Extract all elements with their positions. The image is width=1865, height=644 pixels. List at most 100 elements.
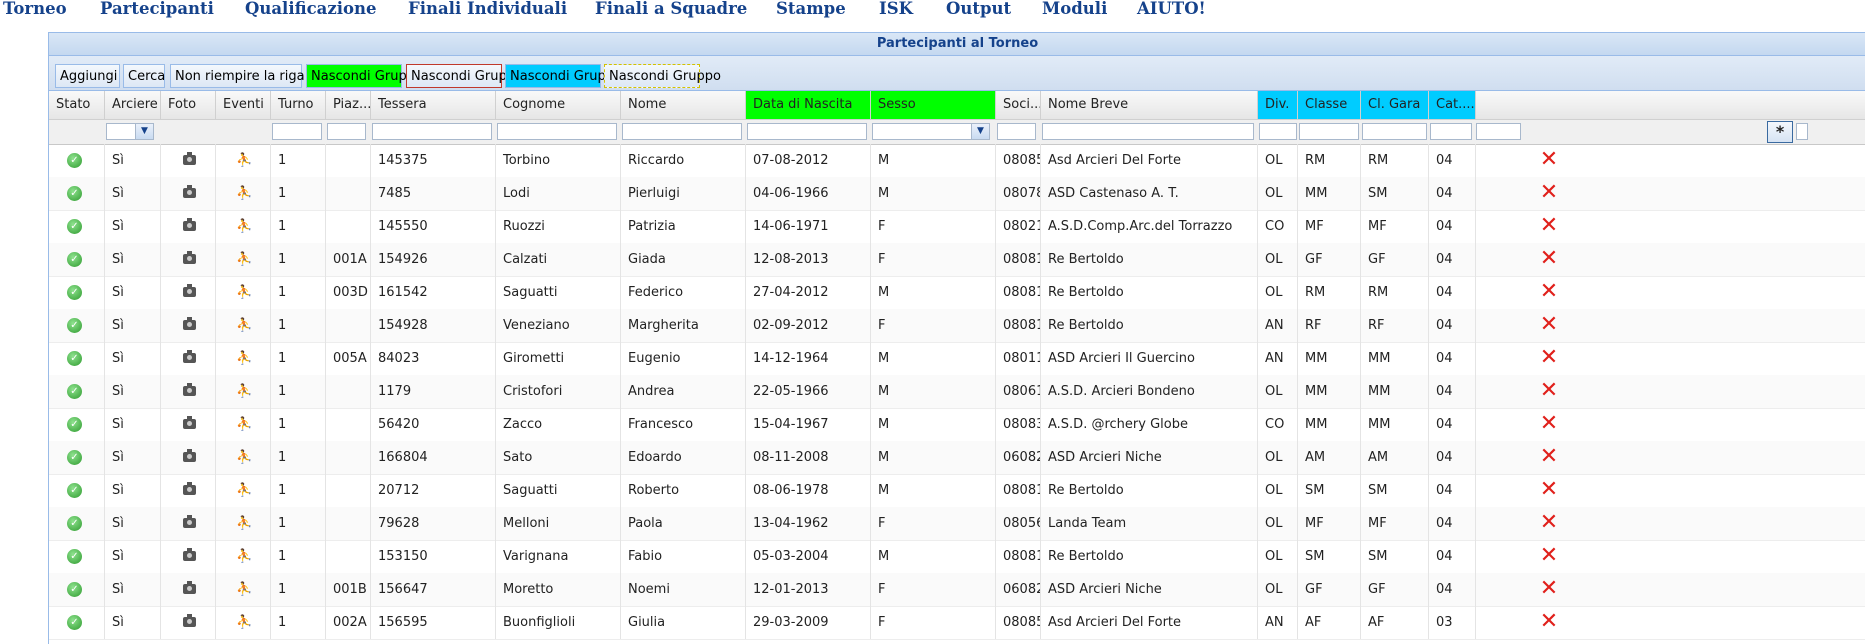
cell-sesso[interactable]: F [871, 243, 996, 276]
cell-cat[interactable]: 04 [1429, 309, 1476, 342]
cell-classe[interactable]: MM [1298, 342, 1361, 375]
cell-nome-breve[interactable]: A.S.D. Arcieri Bondeno [1041, 375, 1258, 408]
cell-div[interactable]: AN [1258, 606, 1298, 639]
cell-arciere[interactable]: Sì [105, 408, 161, 441]
cell-cl-gara[interactable]: MF [1361, 507, 1429, 540]
cell-tessera[interactable]: 161542 [371, 276, 496, 309]
tessera-filter[interactable] [372, 123, 492, 140]
cell-arciere[interactable]: Sì [105, 540, 161, 573]
table-row[interactable]: ✓ Sì ⛹ 1 1179 Cristofori Andrea 22-05-1966 M 0806… [49, 375, 1865, 409]
cell-piazzola[interactable] [326, 309, 371, 342]
cell-nome-breve[interactable]: A.S.D. @rchery Globe [1041, 408, 1258, 441]
cell-societa[interactable]: 08081 [996, 243, 1041, 276]
cell-nome[interactable]: Riccardo [621, 144, 746, 177]
camera-icon[interactable] [183, 515, 196, 528]
cell-nascita[interactable]: 02-09-2012 [746, 309, 871, 342]
table-row[interactable]: ✓ Sì ⛹ 1 145375 Torbino Riccardo 07-08-2012 M 080… [49, 144, 1865, 178]
cell-tessera[interactable]: 145375 [371, 144, 496, 177]
menu-aiuto[interactable]: AIUTO! [1137, 0, 1206, 18]
piazzola-filter[interactable] [327, 123, 366, 140]
cell-arciere[interactable]: Sì [105, 276, 161, 309]
cell-sesso[interactable]: F [871, 210, 996, 243]
cell-cognome[interactable]: Torbino [496, 144, 621, 177]
cell-nome-breve[interactable]: Asd Arcieri Del Forte [1041, 606, 1258, 639]
cell-societa[interactable]: 08081 [996, 276, 1041, 309]
cell-piazzola[interactable]: 001A [326, 243, 371, 276]
delete-x-icon[interactable]: ✕ [1538, 149, 1560, 171]
hide-group-yellow-button[interactable]: Nascondi Gruppo [604, 64, 721, 88]
cell-piazzola[interactable]: 002A [326, 606, 371, 639]
cell-nascita[interactable]: 27-04-2012 [746, 276, 871, 309]
cell-tessera[interactable]: 156647 [371, 573, 496, 606]
cell-piazzola[interactable] [326, 408, 371, 441]
cell-tessera[interactable]: 20712 [371, 474, 496, 507]
col-societa[interactable]: Soci... [996, 91, 1041, 119]
archer-icon[interactable]: ⛹ [236, 516, 252, 531]
cell-nome-breve[interactable]: Re Bertoldo [1041, 276, 1258, 309]
hide-group-green-button[interactable]: Nascondi Gruppo [306, 64, 423, 88]
cell-cognome[interactable]: Cristofori [496, 375, 621, 408]
cell-cl-gara[interactable]: AF [1361, 606, 1429, 639]
archer-icon[interactable]: ⛹ [236, 549, 252, 564]
cell-cat[interactable]: 04 [1429, 243, 1476, 276]
cell-nome[interactable]: Fabio [621, 540, 746, 573]
cell-nome-breve[interactable]: Re Bertoldo [1041, 474, 1258, 507]
cell-piazzola[interactable] [326, 507, 371, 540]
cell-societa[interactable]: 08081 [996, 540, 1041, 573]
cell-div[interactable]: OL [1258, 474, 1298, 507]
cell-div[interactable]: CO [1258, 210, 1298, 243]
cell-tessera[interactable]: 145550 [371, 210, 496, 243]
cell-nome[interactable]: Edoardo [621, 441, 746, 474]
menu-finali-squadre[interactable]: Finali a Squadre [595, 0, 747, 18]
cell-cognome[interactable]: Buonfiglioli [496, 606, 621, 639]
table-row[interactable]: ✓ Sì ⛹ 1 001B 156647 Moretto Noemi 12-01-2013 F 06… [49, 573, 1865, 607]
classe-filter[interactable] [1299, 123, 1359, 140]
camera-icon[interactable] [183, 185, 196, 198]
table-row[interactable]: ✓ Sì ⛹ 1 56420 Zacco Francesco 15-04-1967 M 08083… [49, 408, 1865, 442]
delete-x-icon[interactable]: ✕ [1538, 314, 1560, 336]
extra-filter-2[interactable] [1796, 123, 1808, 140]
cell-turno[interactable]: 1 [271, 342, 326, 375]
cell-tessera[interactable]: 56420 [371, 408, 496, 441]
cell-nome[interactable]: Margherita [621, 309, 746, 342]
cell-nascita[interactable]: 15-04-1967 [746, 408, 871, 441]
cell-sesso[interactable]: M [871, 276, 996, 309]
delete-x-icon[interactable]: ✕ [1538, 512, 1560, 534]
cell-arciere[interactable]: Sì [105, 573, 161, 606]
col-cat[interactable]: Cat.... [1429, 91, 1476, 119]
cell-cognome[interactable]: Zacco [496, 408, 621, 441]
cell-nome[interactable]: Noemi [621, 573, 746, 606]
cell-sesso[interactable]: M [871, 408, 996, 441]
col-nome-breve[interactable]: Nome Breve [1041, 91, 1258, 119]
cell-sesso[interactable]: M [871, 177, 996, 210]
cell-nome[interactable]: Federico [621, 276, 746, 309]
menu-stampe[interactable]: Stampe [776, 0, 846, 18]
cell-classe[interactable]: RM [1298, 276, 1361, 309]
cell-tessera[interactable]: 84023 [371, 342, 496, 375]
hide-group-red-button[interactable]: Nascondi Gruppo [406, 64, 523, 88]
camera-icon[interactable] [183, 317, 196, 330]
cell-turno[interactable]: 1 [271, 276, 326, 309]
cell-nome[interactable]: Paola [621, 507, 746, 540]
cell-div[interactable]: AN [1258, 309, 1298, 342]
archer-icon[interactable]: ⛹ [236, 153, 252, 168]
delete-x-icon[interactable]: ✕ [1538, 380, 1560, 402]
delete-x-icon[interactable]: ✕ [1538, 281, 1560, 303]
cell-cl-gara[interactable]: RF [1361, 309, 1429, 342]
cell-turno[interactable]: 1 [271, 210, 326, 243]
cell-cl-gara[interactable]: RM [1361, 276, 1429, 309]
cell-turno[interactable]: 1 [271, 177, 326, 210]
cell-div[interactable]: OL [1258, 375, 1298, 408]
camera-icon[interactable] [183, 449, 196, 462]
cell-tessera[interactable]: 7485 [371, 177, 496, 210]
cell-nome-breve[interactable]: ASD Arcieri Niche [1041, 441, 1258, 474]
add-button[interactable]: Aggiungi [55, 64, 120, 88]
cell-arciere[interactable]: Sì [105, 375, 161, 408]
col-stato[interactable]: Stato [49, 91, 105, 119]
table-row[interactable]: ✓ Sì ⛹ 1 002A 156595 Buonfiglioli Giulia 29-03-2… [49, 606, 1865, 640]
camera-icon[interactable] [183, 548, 196, 561]
col-nome[interactable]: Nome [621, 91, 746, 119]
archer-icon[interactable]: ⛹ [236, 219, 252, 234]
menu-torneo[interactable]: Torneo [3, 0, 67, 18]
cell-div[interactable]: AN [1258, 342, 1298, 375]
